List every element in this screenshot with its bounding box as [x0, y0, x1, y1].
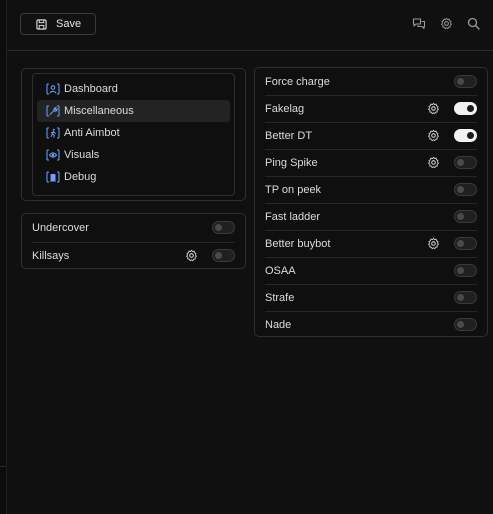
misc-settings-panel: Undercover Killsays: [21, 213, 246, 269]
undercover-toggle[interactable]: [212, 221, 235, 234]
nav-item-miscellaneous[interactable]: Miscellaneous: [37, 100, 230, 122]
ping-spike-toggle[interactable]: [454, 156, 477, 169]
nav-item-label: Debug: [64, 171, 97, 183]
save-icon: [36, 18, 47, 30]
navigation-list: Dashboard Miscellaneous Anti Aimbot Visu…: [32, 73, 235, 196]
setting-row-osaa: OSAA: [255, 257, 487, 284]
setting-row-fakelag: Fakelag: [255, 95, 487, 122]
setting-row-better-dt: Better DT: [255, 122, 487, 149]
top-bar: Save: [7, 0, 493, 51]
toolbar-icons: [412, 16, 480, 30]
search-icon[interactable]: [466, 16, 480, 30]
nav-item-label: Anti Aimbot: [64, 127, 120, 139]
nav-item-anti-aimbot[interactable]: Anti Aimbot: [37, 122, 230, 144]
app-window: Save Dashboard Miscellaneous Anti Aimbot…: [6, 0, 493, 514]
setting-row-undercover: Undercover: [22, 214, 245, 242]
better-dt-toggle[interactable]: [454, 129, 477, 142]
nav-item-visuals[interactable]: Visuals: [37, 144, 230, 166]
setting-row-better-buybot: Better buybot: [255, 230, 487, 257]
tp-on-peek-toggle[interactable]: [454, 183, 477, 196]
strafe-toggle[interactable]: [454, 291, 477, 304]
better-buybot-toggle[interactable]: [454, 237, 477, 250]
setting-row-strafe: Strafe: [255, 284, 487, 311]
running-person-icon: [46, 126, 60, 140]
save-button-label: Save: [56, 18, 82, 30]
save-button[interactable]: Save: [20, 13, 96, 35]
gear-icon[interactable]: [439, 16, 453, 30]
nav-item-label: Miscellaneous: [64, 105, 134, 117]
eye-icon: [46, 148, 60, 162]
better-buybot-settings-gear-icon[interactable]: [427, 237, 440, 250]
setting-row-tp-on-peek: TP on peek: [255, 176, 487, 203]
features-panel: Force charge Fakelag Better DT Ping Spik…: [254, 67, 488, 337]
better-dt-settings-gear-icon[interactable]: [427, 129, 440, 142]
killsays-settings-gear-icon[interactable]: [185, 249, 198, 262]
setting-row-force-charge: Force charge: [255, 68, 487, 95]
setting-row-nade: Nade: [255, 311, 487, 338]
navigation-panel: Dashboard Miscellaneous Anti Aimbot Visu…: [21, 68, 246, 201]
nav-item-label: Dashboard: [64, 83, 118, 95]
fakelag-settings-gear-icon[interactable]: [427, 102, 440, 115]
setting-row-fast-ladder: Fast ladder: [255, 203, 487, 230]
osaa-toggle[interactable]: [454, 264, 477, 277]
wrench-icon: [46, 104, 60, 118]
nav-item-debug[interactable]: Debug: [37, 166, 230, 188]
setting-row-killsays: Killsays: [22, 242, 245, 270]
nav-item-label: Visuals: [64, 149, 100, 161]
dashboard-icon: [46, 82, 60, 96]
killsays-toggle[interactable]: [212, 249, 235, 262]
fast-ladder-toggle[interactable]: [454, 210, 477, 223]
bug-icon: [46, 170, 60, 184]
force-charge-toggle[interactable]: [454, 75, 477, 88]
ping-spike-settings-gear-icon[interactable]: [427, 156, 440, 169]
nade-toggle[interactable]: [454, 318, 477, 331]
chat-icon[interactable]: [412, 16, 426, 30]
setting-row-ping-spike: Ping Spike: [255, 149, 487, 176]
nav-item-dashboard[interactable]: Dashboard: [37, 78, 230, 100]
fakelag-toggle[interactable]: [454, 102, 477, 115]
